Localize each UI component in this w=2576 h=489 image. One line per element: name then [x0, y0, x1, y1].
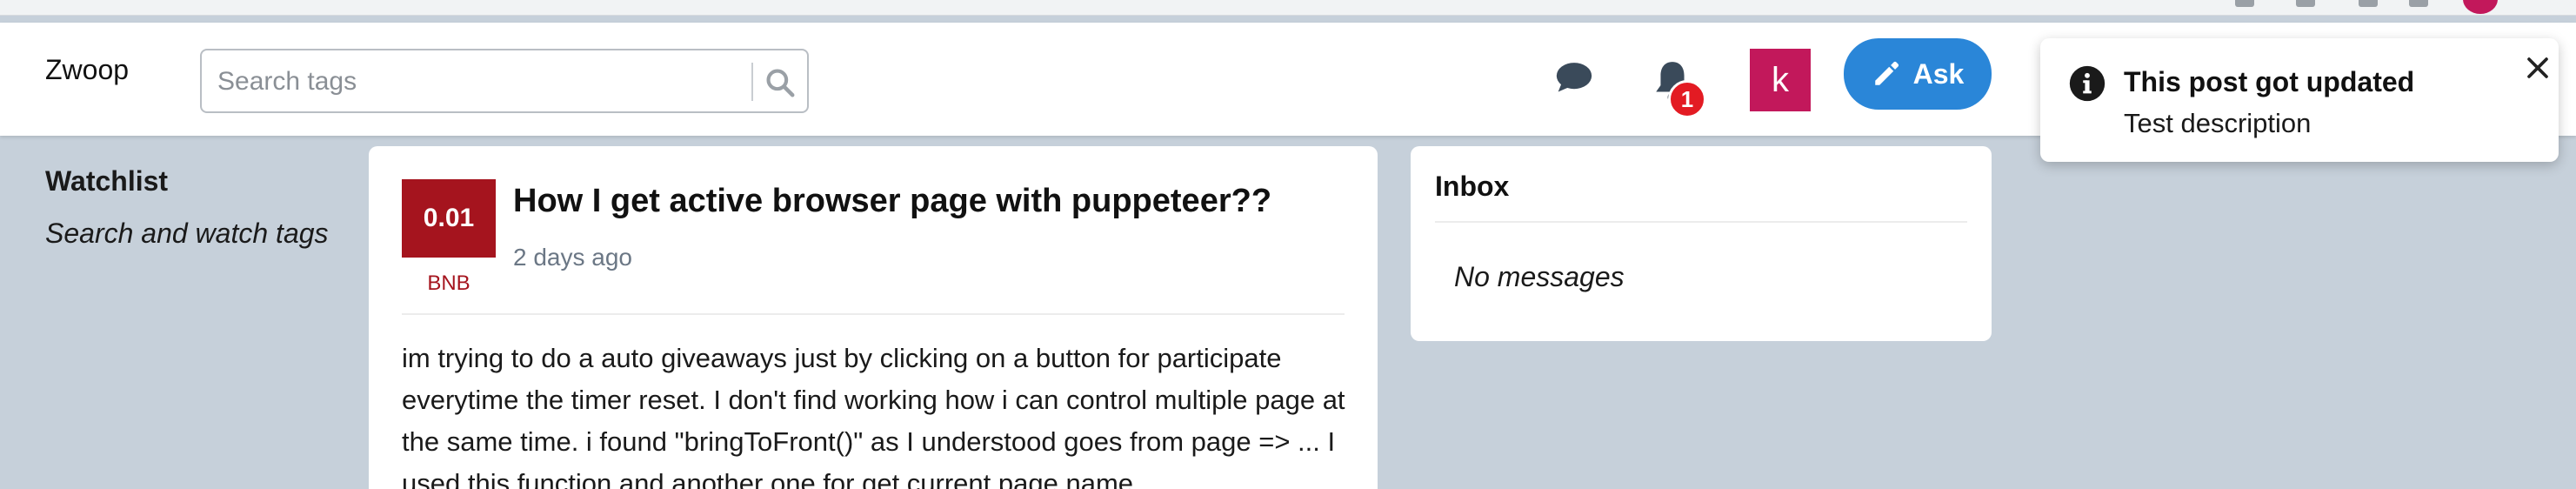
toast-title: This post got updated — [2124, 66, 2415, 97]
browser-puzzle-icon[interactable] — [2409, 0, 2428, 7]
ask-button-label: Ask — [1912, 57, 1965, 90]
toast-description: Test description — [2124, 108, 2312, 138]
notification-count-badge[interactable]: 1 — [1668, 80, 1706, 118]
search-icon[interactable] — [764, 66, 797, 99]
post-body: im trying to do a auto giveaways just by… — [402, 343, 1345, 489]
browser-extension-icon[interactable] — [2359, 0, 2378, 7]
watchlist-heading: Watchlist — [45, 165, 169, 197]
post-title[interactable]: How I get active browser page with puppe… — [513, 183, 1271, 220]
browser-chrome-strip — [0, 0, 2576, 16]
browser-profile-avatar[interactable] — [2463, 0, 2498, 14]
inbox-divider — [1435, 221, 1967, 223]
search-input[interactable] — [217, 63, 757, 101]
browser-extension-icon[interactable] — [2235, 0, 2254, 7]
ask-button[interactable]: Ask — [1844, 38, 1992, 110]
post-divider — [402, 313, 1345, 315]
post-card[interactable]: 0.01 BNB How I get active browser page w… — [369, 146, 1378, 489]
inbox-empty-message: No messages — [1454, 261, 1625, 292]
search-box[interactable] — [200, 49, 809, 113]
post-timestamp: 2 days ago — [513, 244, 632, 271]
brand-logo[interactable]: Zwoop — [45, 54, 129, 86]
chat-bubble-icon[interactable] — [1555, 61, 1593, 94]
post-score-token: BNB — [427, 271, 470, 295]
inbox-heading: Inbox — [1435, 171, 1510, 202]
info-icon — [2069, 65, 2106, 102]
search-divider — [751, 63, 753, 101]
inbox-panel: Inbox No messages — [1411, 146, 1992, 341]
pencil-icon — [1874, 61, 1899, 85]
browser-star-icon[interactable] — [2296, 0, 2315, 7]
close-icon[interactable] — [2520, 50, 2555, 85]
post-score-badge: 0.01 — [402, 179, 496, 258]
watchlist-hint: Search and watch tags — [45, 218, 329, 249]
user-avatar[interactable]: k — [1750, 49, 1811, 111]
update-toast-notification: This post got updated Test description — [2040, 38, 2559, 162]
